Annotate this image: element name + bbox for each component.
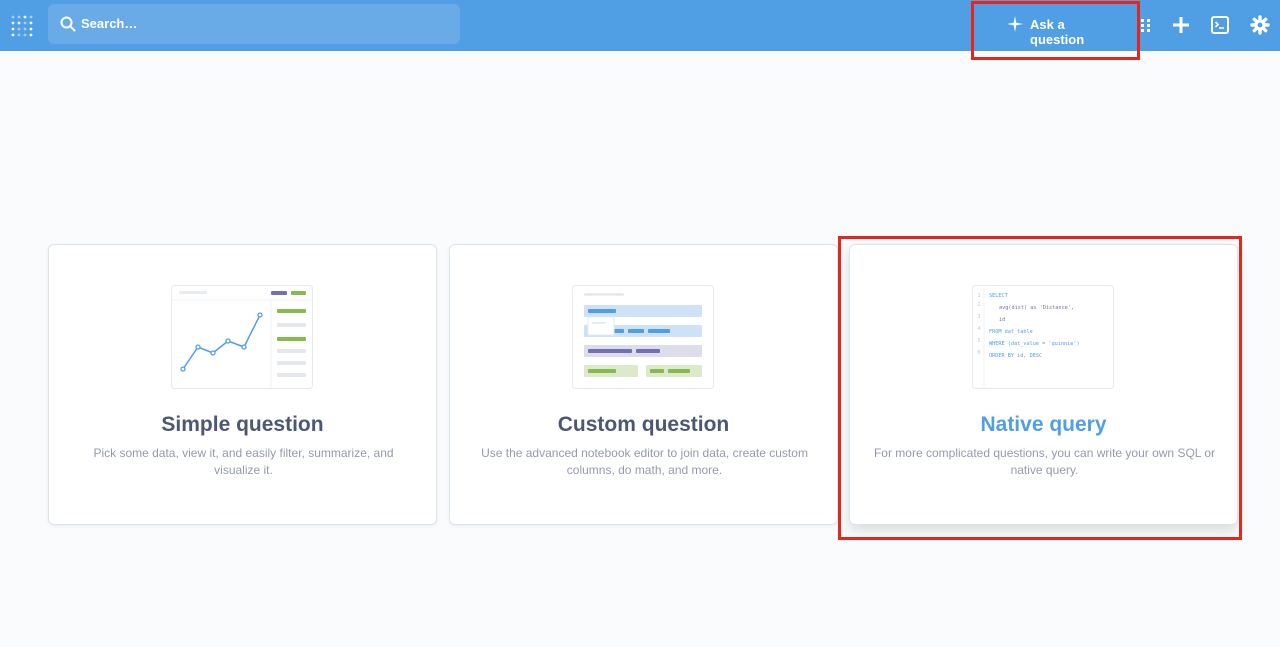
card-title: Custom question xyxy=(557,413,730,436)
highlight-box xyxy=(971,1,1140,60)
card-description: Pick some data, view it, and easily filt… xyxy=(93,446,394,477)
plus-icon[interactable] xyxy=(1170,14,1192,36)
search-bar[interactable]: Search… xyxy=(48,4,460,44)
metabase-logo-icon[interactable] xyxy=(10,14,34,38)
custom-question-card[interactable]: Custom question Use the advanced noteboo… xyxy=(449,244,838,525)
highlight-box xyxy=(838,236,1242,540)
simple-question-illustration xyxy=(171,285,313,389)
terminal-icon[interactable] xyxy=(1209,14,1231,36)
custom-question-illustration xyxy=(572,285,714,389)
card-description: Use the advanced notebook editor to join… xyxy=(481,446,808,477)
simple-question-card[interactable]: Simple question Pick some data, view it,… xyxy=(48,244,437,525)
card-title: Simple question xyxy=(161,413,324,436)
search-icon xyxy=(60,16,76,32)
search-input[interactable]: Search… xyxy=(81,16,137,31)
gear-icon[interactable] xyxy=(1249,14,1271,36)
